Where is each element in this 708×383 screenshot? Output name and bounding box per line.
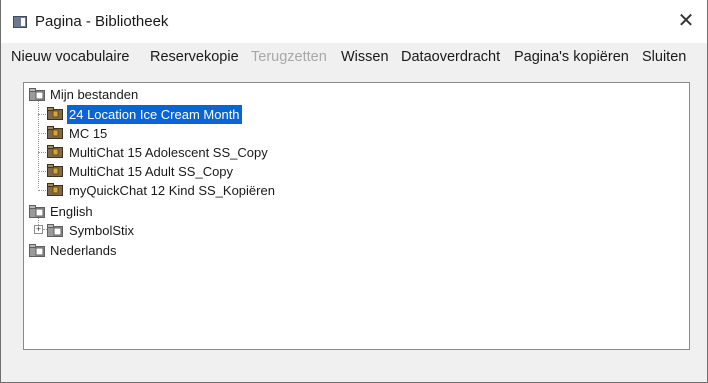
folder-icon — [29, 88, 45, 101]
tree-node-mc-15[interactable]: MC 15 — [69, 124, 107, 143]
menu-backup[interactable]: Reservekopie — [150, 49, 239, 65]
menu-data-transfer[interactable]: Dataoverdracht — [401, 49, 500, 65]
library-tree[interactable]: Mijn bestanden 24 Location Ice Cream Mon… — [23, 82, 690, 350]
tree-connector — [38, 133, 46, 134]
tree-connector — [38, 190, 46, 191]
menu-restore: Terugzetten — [251, 49, 327, 65]
menu-copy-pages[interactable]: Pagina's kopiëren — [514, 49, 629, 65]
vocabulary-icon — [47, 145, 63, 158]
title-bar[interactable]: Pagina - Bibliotheek ✕ — [1, 0, 707, 43]
tree-connector — [38, 114, 46, 115]
vocabulary-icon — [47, 164, 63, 177]
tree-connector — [38, 98, 39, 188]
tree-node-symbolstix[interactable]: SymbolStix — [69, 221, 134, 240]
tree-node-myquickchat-kind[interactable]: myQuickChat 12 Kind SS_Kopiëren — [69, 181, 275, 200]
vocabulary-icon — [47, 126, 63, 139]
library-window: Pagina - Bibliotheek ✕ Nieuw vocabulaire… — [0, 0, 708, 383]
menu-close[interactable]: Sluiten — [642, 49, 686, 65]
tree-node-24-location-ice-cream-month[interactable]: 24 Location Ice Cream Month — [67, 105, 242, 124]
tree-node-my-files[interactable]: Mijn bestanden — [50, 85, 138, 104]
menu-delete[interactable]: Wissen — [341, 49, 389, 65]
menu-bar: Nieuw vocabulaire Reservekopie Terugzett… — [1, 43, 707, 73]
window-title: Pagina - Bibliotheek — [35, 13, 169, 30]
tree-node-multichat-adolescent[interactable]: MultiChat 15 Adolescent SS_Copy — [69, 143, 268, 162]
folder-icon — [29, 205, 45, 218]
menu-new-vocabulary[interactable]: Nieuw vocabulaire — [11, 49, 129, 65]
tree-node-english[interactable]: English — [50, 202, 93, 221]
vocabulary-icon — [47, 107, 63, 120]
vocabulary-icon — [47, 183, 63, 196]
folder-icon — [29, 244, 45, 257]
app-window-icon — [13, 16, 27, 28]
folder-icon — [47, 224, 63, 237]
expand-plus-icon[interactable]: + — [34, 225, 43, 234]
tree-node-multichat-adult[interactable]: MultiChat 15 Adult SS_Copy — [69, 162, 233, 181]
close-button[interactable]: ✕ — [671, 8, 701, 34]
tree-connector — [38, 171, 46, 172]
tree-node-nederlands[interactable]: Nederlands — [50, 241, 117, 260]
tree-connector — [38, 152, 46, 153]
